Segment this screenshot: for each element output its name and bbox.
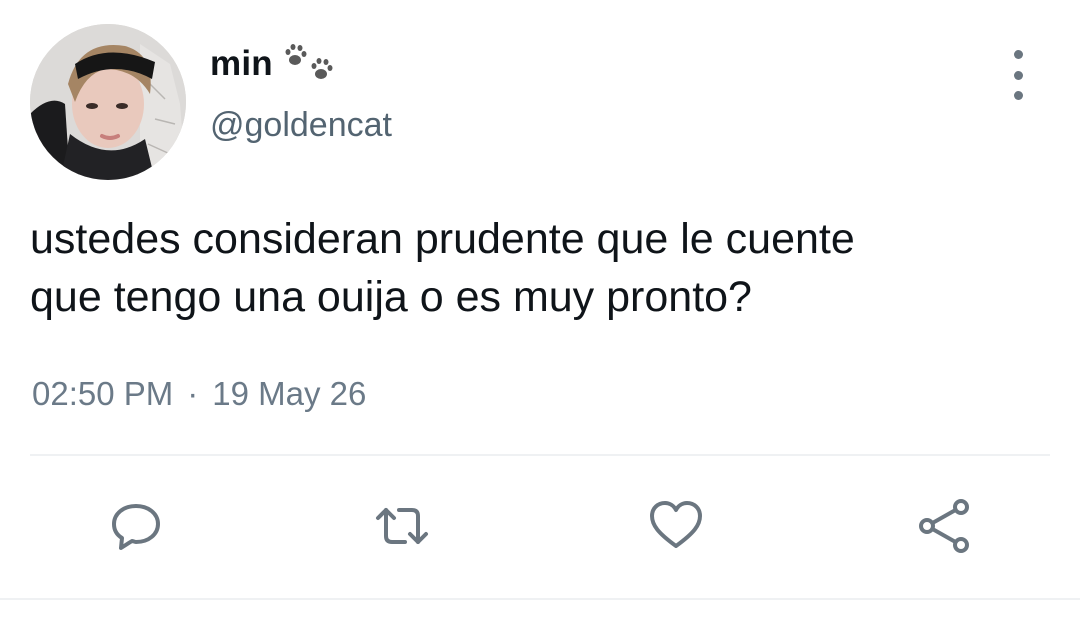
tweet-date: 19 May 26: [212, 375, 367, 412]
display-name[interactable]: min: [210, 44, 273, 84]
meta-separator: ·: [187, 375, 199, 412]
tweet-text: ustedes consideran prudente que le cuent…: [30, 210, 1070, 326]
reply-icon: [112, 504, 160, 550]
tweet-text-line: ustedes consideran prudente que le cuent…: [30, 215, 855, 263]
more-dot-icon: [1013, 50, 1023, 59]
user-name-row: min: [210, 40, 339, 88]
share-icon: [919, 499, 969, 553]
heart-icon: [650, 501, 702, 548]
more-dot-icon: [1013, 70, 1023, 80]
tweet-card: min @goldencat ustedes consideran pruden…: [0, 0, 1080, 618]
tweet-text-line: que tengo una ouija o es muy pronto?: [30, 273, 752, 321]
more-options-button[interactable]: [1000, 50, 1036, 100]
retweet-icon: [376, 508, 428, 544]
divider: [30, 454, 1050, 456]
divider: [0, 598, 1080, 600]
reply-button[interactable]: [104, 494, 168, 558]
share-button[interactable]: [912, 494, 976, 558]
paw-prints-icon: [283, 40, 339, 88]
tweet-time: 02:50 PM: [32, 375, 174, 412]
like-button[interactable]: [644, 494, 708, 558]
more-dot-icon: [1013, 91, 1023, 100]
avatar[interactable]: [30, 24, 186, 180]
tweet-timestamp[interactable]: 02:50 PM · 19 May 26: [32, 375, 366, 413]
retweet-button[interactable]: [370, 494, 434, 558]
user-handle[interactable]: @goldencat: [210, 106, 392, 145]
